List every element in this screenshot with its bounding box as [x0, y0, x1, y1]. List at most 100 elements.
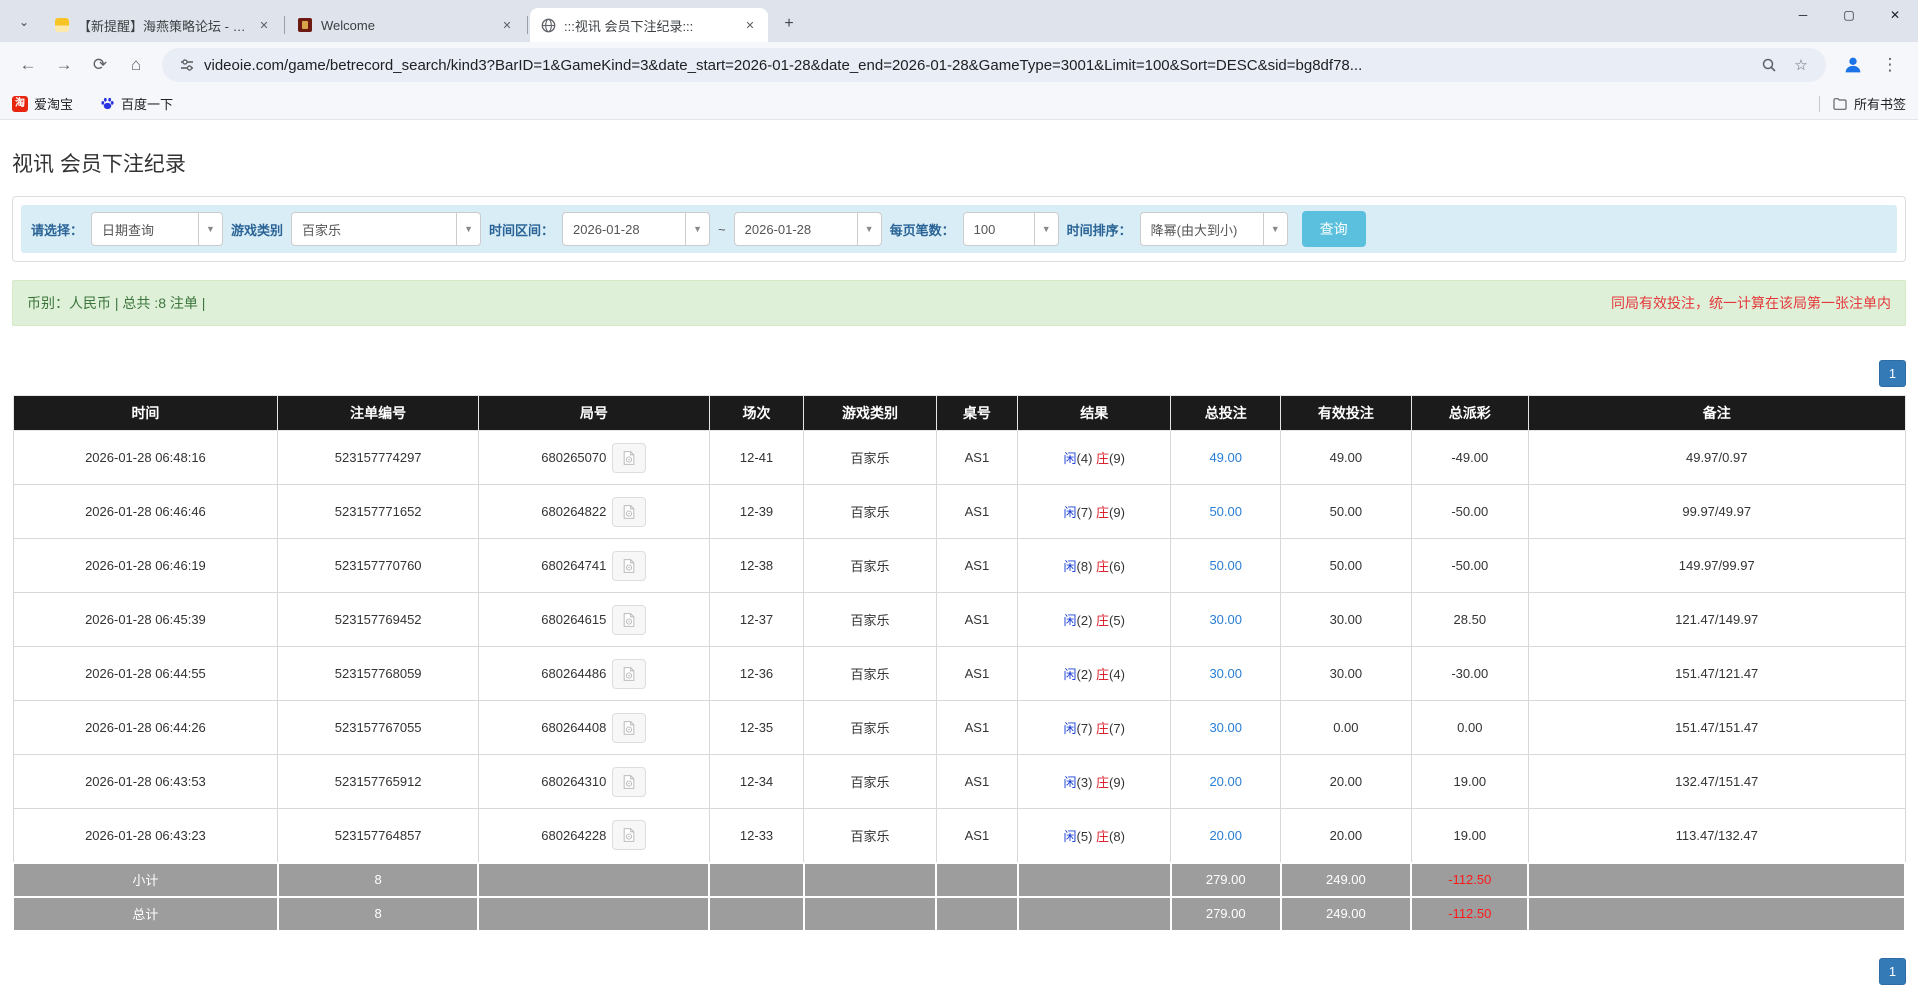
- tab-divider: [527, 16, 528, 34]
- bookmark-star-icon[interactable]: ☆: [1788, 52, 1814, 78]
- cell-time: 2026-01-28 06:43:53: [12, 754, 279, 809]
- cell-round-id: 680264408: [477, 700, 710, 755]
- all-bookmarks[interactable]: 所有书签: [1818, 94, 1906, 113]
- total-bet-link[interactable]: 50.00: [1209, 558, 1242, 573]
- video-replay-button[interactable]: [612, 604, 647, 635]
- cell-table-no: AS1: [935, 646, 1019, 701]
- currency-total-text: 币别：人民币 | 总共 :8 注单 |: [27, 295, 206, 311]
- cell-total-bet[interactable]: 20.00: [1170, 754, 1282, 809]
- new-tab-button[interactable]: +: [776, 11, 802, 37]
- date-end-select[interactable]: 2026-01-28 ▼: [733, 212, 882, 246]
- tab-welcome[interactable]: Welcome ✕: [287, 8, 525, 42]
- video-replay-button[interactable]: [612, 766, 647, 797]
- tab-forum[interactable]: 【新提醒】海燕策略论坛 - 综合 ✕: [44, 8, 282, 42]
- date-separator: ~: [718, 221, 726, 237]
- bottom-pagination: 1: [12, 957, 1906, 985]
- cell-game-type: 百家乐: [803, 592, 937, 647]
- game-type-select[interactable]: 百家乐 ▼: [291, 212, 482, 246]
- chevron-down-icon: ▼: [1033, 213, 1058, 245]
- maximize-button[interactable]: ▢: [1826, 0, 1872, 30]
- cell-game-type: 百家乐: [803, 754, 937, 809]
- total-bet-link[interactable]: 30.00: [1209, 612, 1242, 627]
- table-row: 2026-01-28 06:43:53 523157765912 680264310…: [12, 754, 1906, 809]
- all-bookmarks-label: 所有书签: [1853, 97, 1906, 112]
- cell-round-id: 680264615: [477, 592, 710, 647]
- cell-total-bet[interactable]: 50.00: [1170, 538, 1282, 593]
- total-bet-link[interactable]: 30.00: [1209, 666, 1242, 681]
- player-result-label: 闲: [1063, 613, 1077, 628]
- chevron-down-icon: ▼: [1262, 213, 1287, 245]
- query-type-select[interactable]: 日期查询 ▼: [91, 212, 224, 246]
- back-button[interactable]: ←: [12, 49, 44, 81]
- zoom-magnifier-icon[interactable]: [1756, 52, 1782, 78]
- page-size-select[interactable]: 100 ▼: [962, 212, 1059, 246]
- player-result-number: (4): [1076, 451, 1097, 466]
- cell-total-bet[interactable]: 49.00: [1170, 430, 1282, 485]
- url-text[interactable]: videoie.com/game/betrecord_search/kind3?…: [204, 57, 1750, 74]
- reload-button[interactable]: ⟳: [84, 49, 116, 81]
- cell-valid-bet: 20.00: [1280, 808, 1412, 863]
- cell-remark: 132.47/151.47: [1527, 754, 1906, 809]
- close-window-button[interactable]: ✕: [1872, 0, 1918, 30]
- site-settings-tune-icon[interactable]: [174, 52, 200, 78]
- cell-table-no: AS1: [935, 484, 1019, 539]
- profile-avatar-icon[interactable]: [1838, 50, 1868, 80]
- tab-title: 【新提醒】海燕策略论坛 - 综合: [78, 18, 248, 34]
- video-replay-button[interactable]: [612, 820, 647, 851]
- round-id-text: 680264228: [541, 827, 607, 843]
- forward-button[interactable]: →: [48, 49, 80, 81]
- folder-icon: [1832, 96, 1848, 112]
- cell-total-bet[interactable]: 30.00: [1170, 592, 1282, 647]
- cell-total-bet[interactable]: 30.00: [1170, 646, 1282, 701]
- tab-close-icon[interactable]: ✕: [256, 17, 272, 33]
- column-header: 结果: [1017, 395, 1172, 431]
- bookmark-taobao[interactable]: 淘 爱淘宝: [12, 94, 73, 113]
- date-start-value: 2026-01-28: [573, 221, 640, 237]
- column-header: 有效投注: [1280, 395, 1412, 431]
- cell-game-type: 百家乐: [803, 646, 937, 701]
- tab-close-icon[interactable]: ✕: [742, 17, 758, 33]
- cell-payout: 19.00: [1410, 754, 1529, 809]
- tab-close-icon[interactable]: ✕: [499, 17, 515, 33]
- column-header: 时间: [12, 395, 279, 431]
- cell-time: 2026-01-28 06:44:55: [12, 646, 279, 701]
- cell-total-bet[interactable]: 20.00: [1170, 808, 1282, 863]
- sort-select[interactable]: 降幂(由大到小) ▼: [1139, 212, 1288, 246]
- cell-total-bet[interactable]: 50.00: [1170, 484, 1282, 539]
- total-bet-link[interactable]: 49.00: [1209, 450, 1242, 465]
- video-replay-button[interactable]: [612, 442, 647, 473]
- total-bet-link[interactable]: 20.00: [1209, 828, 1242, 843]
- cell-result: 闲(2) 庄(5): [1017, 592, 1172, 647]
- date-start-select[interactable]: 2026-01-28 ▼: [562, 212, 711, 246]
- address-bar[interactable]: videoie.com/game/betrecord_search/kind3?…: [162, 48, 1826, 82]
- page-1-button[interactable]: 1: [1879, 957, 1906, 985]
- search-button[interactable]: 查询: [1301, 211, 1366, 247]
- welcome-favicon-icon: [297, 17, 313, 33]
- tab-bet-records-active[interactable]: :::视讯 会员下注纪录::: ✕: [530, 8, 768, 42]
- summary-valid-bet: 249.00: [1279, 895, 1413, 932]
- cell-game-type: 百家乐: [803, 538, 937, 593]
- total-bet-link[interactable]: 30.00: [1209, 720, 1242, 735]
- player-result-number: (5): [1076, 828, 1097, 844]
- total-bet-link[interactable]: 20.00: [1209, 774, 1242, 789]
- home-button[interactable]: ⌂: [120, 49, 152, 81]
- summary-payout: -112.50: [1410, 895, 1530, 932]
- column-header: 局号: [477, 395, 710, 431]
- video-replay-button[interactable]: [612, 550, 647, 581]
- cell-total-bet[interactable]: 30.00: [1170, 700, 1282, 755]
- banker-result-label: 庄: [1096, 451, 1110, 466]
- minimize-button[interactable]: ─: [1780, 0, 1826, 30]
- tab-strip: ⌄ 【新提醒】海燕策略论坛 - 综合 ✕ Welcome ✕ :::视讯 会员下…: [0, 0, 1918, 42]
- round-id-text: 680264408: [541, 720, 607, 735]
- top-pagination: 1: [12, 360, 1906, 387]
- bookmark-baidu[interactable]: 百度一下: [99, 94, 173, 113]
- filter-bar: 请选择： 日期查询 ▼ 游戏类别 百家乐 ▼ 时间区间： 2026-01-28 …: [21, 205, 1897, 253]
- tab-search-chevron-icon[interactable]: ⌄: [10, 8, 38, 36]
- video-replay-button[interactable]: [612, 496, 647, 527]
- video-replay-button[interactable]: [612, 658, 647, 689]
- browser-menu-icon[interactable]: ⋮: [1874, 49, 1906, 81]
- cell-session: 12-37: [708, 592, 805, 647]
- page-1-button[interactable]: 1: [1879, 360, 1906, 387]
- total-bet-link[interactable]: 50.00: [1209, 504, 1242, 519]
- video-replay-button[interactable]: [612, 712, 647, 743]
